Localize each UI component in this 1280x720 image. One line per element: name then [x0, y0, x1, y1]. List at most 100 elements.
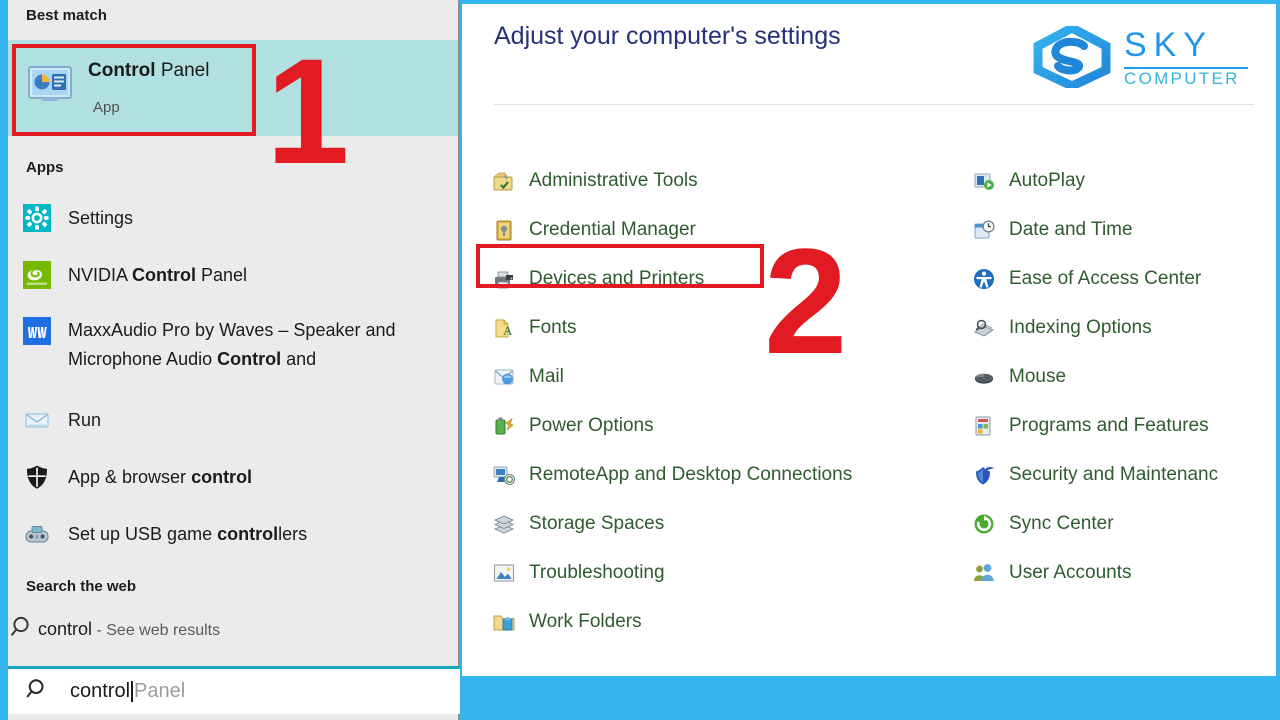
- annotation-number-step-2: 2: [764, 217, 848, 385]
- cp-label: Security and Maintenanc: [1009, 463, 1219, 485]
- app-row-app-browser-control[interactable]: App & browser control: [8, 462, 458, 492]
- web-result-query: control: [38, 619, 93, 639]
- app-row-maxxaudio[interactable]: MaxxAudio Pro by Waves – Speaker and Mic…: [8, 316, 458, 374]
- cp-item-credential-manager[interactable]: Credential Manager: [492, 205, 962, 254]
- app-row-settings[interactable]: Settings: [8, 203, 458, 233]
- logo-primary-text: SKY: [1124, 26, 1214, 64]
- cp-label: Devices and Printers: [529, 267, 705, 289]
- administrative-tools-icon: [492, 169, 516, 193]
- web-result-suffix: - See web results: [92, 622, 221, 639]
- sky-computer-logo: SKY COMPUTER: [1028, 22, 1248, 91]
- app-row-nvidia-control-panel[interactable]: NVIDIA Control Panel: [8, 260, 458, 290]
- cp-label: Sync Center: [1009, 512, 1114, 534]
- app-row-usb-game-controllers[interactable]: Set up USB game controllers: [8, 519, 458, 549]
- security-maintenance-icon: [972, 463, 996, 487]
- cp-label: User Accounts: [1009, 561, 1132, 583]
- cp-item-security-and-maintenance[interactable]: Security and Maintenanc: [972, 450, 1276, 499]
- cp-item-mouse[interactable]: Mouse: [972, 352, 1276, 401]
- app-label-run: Run: [68, 410, 102, 430]
- cp-label: Storage Spaces: [529, 512, 665, 534]
- screenshot-root: Best match Control Panel App Apps Settin…: [0, 0, 1280, 720]
- cp-item-power-options[interactable]: Power Options: [492, 401, 962, 450]
- cp-item-troubleshooting[interactable]: Troubleshooting: [492, 548, 962, 597]
- app-label-maxxaudio: MaxxAudio Pro by Waves – Speaker and Mic…: [68, 320, 396, 369]
- shield-icon: [22, 462, 52, 492]
- cp-item-administrative-tools[interactable]: Administrative Tools: [492, 156, 962, 205]
- cp-item-remoteapp[interactable]: RemoteApp and Desktop Connections: [492, 450, 962, 499]
- settings-gear-icon: [22, 203, 52, 233]
- app-label-nvidia-control-panel: NVIDIA Control Panel: [68, 265, 248, 285]
- cp-label: AutoPlay: [1009, 169, 1086, 191]
- app-label-usb-game-controllers: Set up USB game controllers: [68, 524, 308, 544]
- best-match-header: Best match: [26, 7, 107, 24]
- nvidia-icon: [22, 260, 52, 290]
- search-input-typed-text: control: [70, 680, 131, 702]
- cp-item-programs-and-features[interactable]: Programs and Features: [972, 401, 1276, 450]
- sky-hexagon-s-logo: [1033, 22, 1111, 91]
- apps-section-header: Apps: [26, 159, 64, 176]
- fonts-icon: A: [492, 316, 516, 340]
- app-label-settings: Settings: [68, 208, 134, 228]
- autoplay-icon: [972, 169, 996, 193]
- cp-item-sync-center[interactable]: Sync Center: [972, 499, 1276, 548]
- app-label-app-browser-control: App & browser control: [68, 467, 253, 487]
- mouse-icon: [972, 365, 996, 389]
- cp-label: Troubleshooting: [529, 561, 665, 583]
- programs-and-features-icon: [972, 414, 996, 438]
- svg-text:A: A: [503, 323, 513, 338]
- cp-item-date-and-time[interactable]: Date and Time: [972, 205, 1276, 254]
- maxxaudio-icon: [22, 316, 52, 346]
- user-accounts-icon: [972, 561, 996, 585]
- cp-label: Fonts: [529, 316, 577, 338]
- best-match-result-control-panel[interactable]: Control Panel App: [8, 40, 458, 136]
- control-panel-window: Adjust your computer's settings SKY COMP…: [462, 4, 1276, 676]
- cp-item-user-accounts[interactable]: User Accounts: [972, 548, 1276, 597]
- power-options-icon: [492, 414, 516, 438]
- search-icon: [24, 675, 52, 708]
- control-panel-items-left-column: Administrative Tools Credential Manager: [492, 156, 962, 646]
- cp-label: Programs and Features: [1009, 414, 1209, 436]
- cp-item-fonts[interactable]: A Fonts: [492, 303, 962, 352]
- control-panel-icon: [28, 66, 72, 102]
- run-icon: [22, 405, 52, 435]
- cp-label: Date and Time: [1009, 218, 1133, 240]
- cp-item-devices-and-printers[interactable]: Devices and Printers: [492, 254, 962, 303]
- cp-label: RemoteApp and Desktop Connections: [529, 463, 853, 485]
- best-match-subtitle: App: [93, 99, 120, 116]
- remoteapp-icon: [492, 463, 516, 487]
- cp-label: Indexing Options: [1009, 316, 1152, 338]
- cp-item-mail[interactable]: Mail: [492, 352, 962, 401]
- start-menu-search-panel: Best match Control Panel App Apps Settin…: [8, 0, 460, 720]
- cp-label: Ease of Access Center: [1009, 267, 1202, 289]
- credential-manager-icon: [492, 218, 516, 242]
- mail-icon: [492, 365, 516, 389]
- cp-item-indexing-options[interactable]: Indexing Options: [972, 303, 1276, 352]
- cp-item-work-folders[interactable]: Work Folders: [492, 597, 962, 646]
- app-row-run[interactable]: Run: [8, 405, 458, 435]
- web-result-label: control - See web results: [38, 619, 220, 640]
- cp-label: Work Folders: [529, 610, 642, 632]
- cp-label: Administrative Tools: [529, 169, 698, 191]
- logo-secondary-text: COMPUTER: [1124, 69, 1240, 88]
- cp-label: Credential Manager: [529, 218, 696, 240]
- search-icon: [8, 612, 38, 647]
- work-folders-icon: [492, 610, 516, 634]
- page-title: Adjust your computer's settings: [494, 22, 841, 50]
- indexing-options-icon: [972, 316, 996, 340]
- cp-label: Mouse: [1009, 365, 1067, 387]
- storage-spaces-icon: [492, 512, 516, 536]
- sync-center-icon: [972, 512, 996, 536]
- date-and-time-icon: [972, 218, 996, 242]
- cp-item-autoplay[interactable]: AutoPlay: [972, 156, 1276, 205]
- cp-item-storage-spaces[interactable]: Storage Spaces: [492, 499, 962, 548]
- cp-item-ease-of-access-center[interactable]: Ease of Access Center: [972, 254, 1276, 303]
- start-menu-search-input[interactable]: control Panel: [8, 666, 460, 714]
- web-result-row[interactable]: control - See web results: [8, 612, 458, 647]
- best-match-title-rest: Panel: [155, 60, 210, 81]
- search-the-web-header: Search the web: [26, 578, 137, 595]
- header-divider: [494, 104, 1254, 105]
- control-panel-items-right-column: AutoPlay Date and Time Ease of Access Ce…: [972, 156, 1276, 597]
- text-caret: [131, 681, 134, 702]
- ease-of-access-icon: [972, 267, 996, 291]
- search-input-suggestion: Panel: [134, 680, 186, 702]
